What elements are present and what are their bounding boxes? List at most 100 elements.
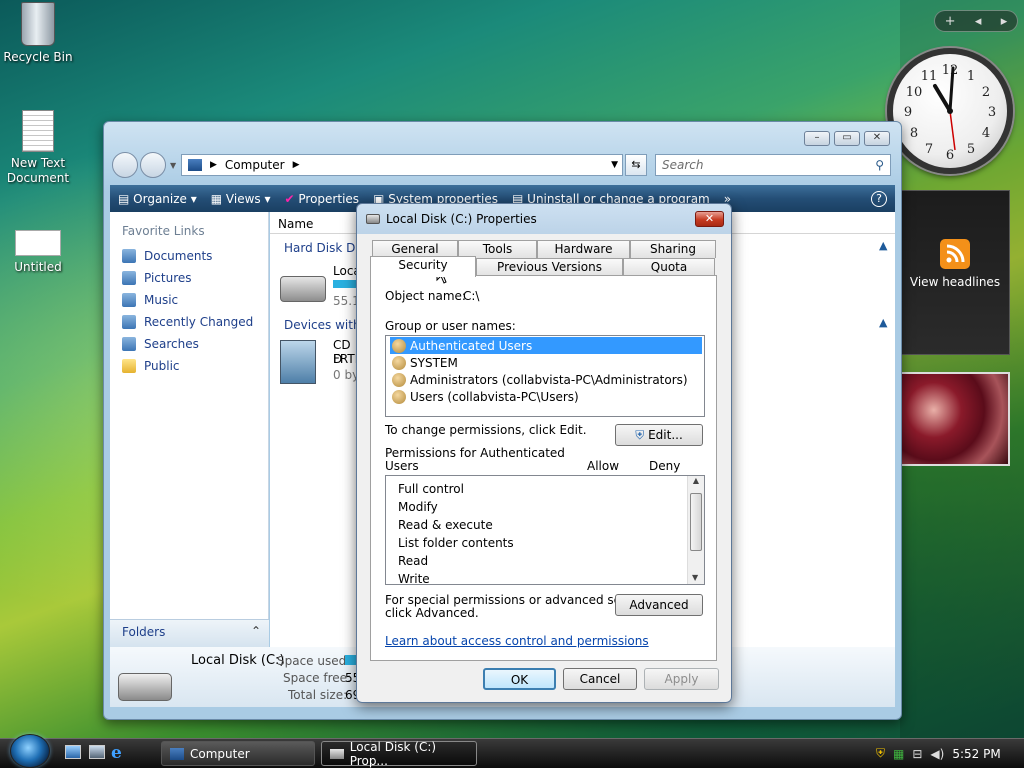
cd-drive-icon xyxy=(280,340,316,384)
nav-link-recently-changed[interactable]: Recently Changed xyxy=(122,315,253,329)
object-name-value: C:\ xyxy=(463,289,480,303)
scrollbar-thumb[interactable] xyxy=(690,493,702,551)
switch-windows-icon[interactable] xyxy=(89,745,105,759)
details-drive-name: Local Disk (C:) xyxy=(191,653,285,668)
permissions-list[interactable]: Full control Modify Read & execute List … xyxy=(385,475,705,585)
close-button[interactable]: ✕ xyxy=(864,131,890,146)
start-button[interactable] xyxy=(10,734,50,768)
folders-toggle[interactable]: Folders ⌃ xyxy=(110,619,269,647)
pictures-icon xyxy=(122,271,136,285)
network-icon[interactable]: ⊟ xyxy=(912,747,922,761)
breadcrumb-separator-icon: ▶ xyxy=(292,160,300,170)
collapse-group-icon[interactable]: ▲ xyxy=(879,239,887,252)
list-item-system[interactable]: SYSTEM xyxy=(390,354,702,371)
tab-sharing[interactable]: Sharing xyxy=(630,240,716,258)
security-shield-icon[interactable]: ⛨ xyxy=(876,746,885,761)
minimize-button[interactable]: – xyxy=(804,131,830,146)
permissions-scrollbar[interactable]: ▲ ▼ xyxy=(687,476,704,584)
searches-icon xyxy=(122,337,136,351)
edit-button[interactable]: ⛨ Edit... xyxy=(615,424,703,446)
clock-number: 2 xyxy=(982,85,990,100)
properties-dialog[interactable]: Local Disk (C:) Properties ✕ General Too… xyxy=(356,203,732,703)
breadcrumb-separator-icon: ▶ xyxy=(210,160,217,170)
view-headlines-link[interactable]: View headlines xyxy=(901,275,1009,289)
drive-usage-bar xyxy=(333,280,357,288)
clock-time[interactable]: 5:52 PM xyxy=(952,747,1000,761)
search-icon[interactable]: ⚲ xyxy=(875,158,884,172)
scroll-up-icon[interactable]: ▲ xyxy=(688,476,704,485)
text-document-icon xyxy=(22,110,54,152)
breadcrumb-computer[interactable]: Computer xyxy=(225,158,285,172)
search-input[interactable]: Search ⚲ xyxy=(655,154,891,176)
maximize-button[interactable]: ▭ xyxy=(834,131,860,146)
tab-previous-versions[interactable]: Previous Versions xyxy=(476,258,623,276)
slideshow-gadget[interactable] xyxy=(900,372,1010,466)
tab-quota[interactable]: Quota xyxy=(623,258,715,276)
minimize-icon: – xyxy=(814,132,820,143)
desktop-icon-new-text-document[interactable]: New Text Document xyxy=(0,110,76,186)
sidebar-controls[interactable]: + ◂ ▸ xyxy=(934,10,1018,32)
feed-headlines-gadget[interactable]: View headlines xyxy=(900,190,1010,355)
search-placeholder: Search xyxy=(662,158,704,172)
back-button[interactable] xyxy=(112,152,138,178)
windows-flag-icon[interactable]: ▦ xyxy=(893,747,904,761)
help-icon[interactable]: ? xyxy=(871,190,887,207)
tab-security[interactable]: Security xyxy=(370,256,476,277)
drive-icon xyxy=(330,748,344,759)
chevron-up-icon: ⌃ xyxy=(250,624,261,638)
maximize-icon: ▭ xyxy=(842,132,852,143)
permission-row: Write xyxy=(398,572,430,585)
clock-gadget[interactable]: 12 1 2 3 4 5 6 7 8 9 10 11 xyxy=(887,48,1013,174)
properties-button[interactable]: ✔ Properties xyxy=(285,192,360,206)
cd-drive-tile[interactable]: CD D FRTN 0 by xyxy=(278,336,364,392)
second-hand xyxy=(949,110,956,151)
recent-pages-chevron-icon[interactable]: ▼ xyxy=(170,161,176,170)
clock-number: 9 xyxy=(904,105,912,120)
next-page-icon[interactable]: ▸ xyxy=(1001,14,1008,29)
add-gadget-icon[interactable]: + xyxy=(945,14,956,29)
organize-menu[interactable]: ▤ Organize ▾ xyxy=(118,192,197,206)
address-bar[interactable]: ▶ Computer ▶ ▼ xyxy=(181,154,623,176)
special-permissions-text-2: click Advanced. xyxy=(385,606,479,620)
image-file-icon xyxy=(15,230,61,256)
clock-number: 7 xyxy=(925,142,933,157)
advanced-button[interactable]: Advanced xyxy=(615,594,703,616)
internet-explorer-icon[interactable]: e xyxy=(111,743,122,763)
address-dropdown-icon[interactable]: ▼ xyxy=(611,160,618,170)
show-desktop-icon[interactable] xyxy=(65,745,81,759)
apply-button[interactable]: Apply xyxy=(644,668,719,690)
drive-c-tile[interactable]: Loca 55.1 xyxy=(278,262,362,312)
scroll-down-icon[interactable]: ▼ xyxy=(692,573,698,582)
nav-link-public[interactable]: Public xyxy=(122,359,180,373)
forward-button[interactable] xyxy=(140,152,166,178)
user-list[interactable]: Authenticated Users SYSTEM Administrator… xyxy=(385,335,705,417)
desktop-icon-label: Untitled xyxy=(14,260,62,274)
list-item-administrators[interactable]: Administrators (collabvista-PC\Administr… xyxy=(390,371,702,388)
cancel-button[interactable]: Cancel xyxy=(563,668,637,690)
nav-link-documents[interactable]: Documents xyxy=(122,249,212,263)
nav-link-music[interactable]: Music xyxy=(122,293,178,307)
shield-icon: ⛨ xyxy=(635,428,645,442)
clock-number: 1 xyxy=(967,69,975,84)
list-item-authenticated-users[interactable]: Authenticated Users xyxy=(390,337,702,354)
previous-page-icon[interactable]: ◂ xyxy=(975,14,982,29)
list-item-users[interactable]: Users (collabvista-PC\Users) xyxy=(390,388,702,405)
clock-number: 6 xyxy=(946,148,954,163)
taskbar-button-local-disk-properties[interactable]: Local Disk (C:) Prop... xyxy=(321,740,477,768)
desktop-icon-recycle-bin[interactable]: Recycle Bin xyxy=(0,2,76,64)
taskbar-button-computer[interactable]: Computer xyxy=(161,741,315,766)
clock-number: 11 xyxy=(921,69,938,84)
nav-link-searches[interactable]: Searches xyxy=(122,337,199,351)
tab-hardware[interactable]: Hardware xyxy=(537,240,630,258)
refresh-button[interactable]: ⇆ xyxy=(625,154,647,176)
nav-link-pictures[interactable]: Pictures xyxy=(122,271,192,285)
change-permissions-text: To change permissions, click Edit. xyxy=(385,423,587,437)
dialog-close-button[interactable]: ✕ xyxy=(695,211,724,227)
clock-number: 4 xyxy=(982,126,990,141)
ok-button[interactable]: OK xyxy=(483,668,556,690)
views-menu[interactable]: ▦ Views ▾ xyxy=(211,192,271,206)
collapse-group-icon[interactable]: ▲ xyxy=(879,316,887,329)
learn-access-control-link[interactable]: Learn about access control and permissio… xyxy=(385,634,649,648)
volume-icon[interactable]: ◀) xyxy=(930,747,944,761)
desktop-icon-untitled[interactable]: Untitled xyxy=(0,230,76,274)
